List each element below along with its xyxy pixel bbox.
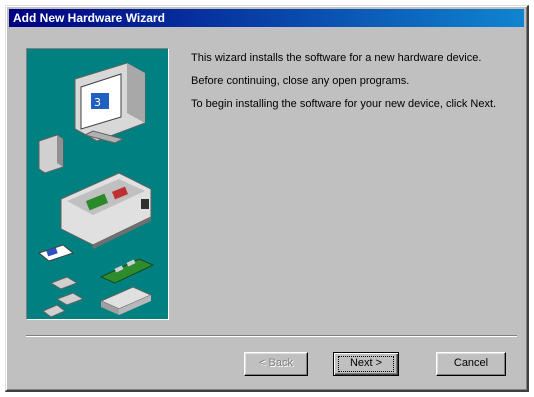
svg-text:3: 3	[94, 96, 101, 109]
hardware-illustration-graphic: 3	[37, 62, 155, 318]
cancel-button[interactable]: Cancel	[436, 352, 506, 376]
speaker-icon	[38, 134, 64, 174]
intro-text: This wizard installs the software for a …	[191, 52, 482, 64]
window-title: Add New Hardware Wizard	[13, 11, 165, 25]
begin-install-text: To begin installing the software for you…	[191, 98, 497, 110]
monitor-icon: 3	[74, 62, 146, 144]
hardware-illustration: 3	[26, 48, 169, 320]
chip-icon	[42, 276, 85, 318]
wizard-instructions: This wizard installs the software for a …	[191, 52, 521, 121]
button-separator	[26, 335, 517, 337]
modem-icon	[99, 286, 153, 315]
expansion-card-icon	[99, 258, 155, 284]
wizard-window: Add New Hardware Wizard 3 This wizard in…	[5, 5, 529, 392]
back-button[interactable]: < Back	[244, 352, 308, 376]
close-programs-text: Before continuing, close any open progra…	[191, 75, 410, 87]
cancel-button-label: Cancel	[453, 357, 489, 369]
disk-card-icon	[37, 244, 75, 262]
next-button[interactable]: Next >	[333, 352, 399, 376]
title-bar[interactable]: Add New Hardware Wizard	[9, 9, 524, 27]
back-button-label: < Back	[259, 357, 293, 369]
computer-case-icon	[60, 172, 152, 249]
next-button-label: Next >	[349, 357, 383, 369]
